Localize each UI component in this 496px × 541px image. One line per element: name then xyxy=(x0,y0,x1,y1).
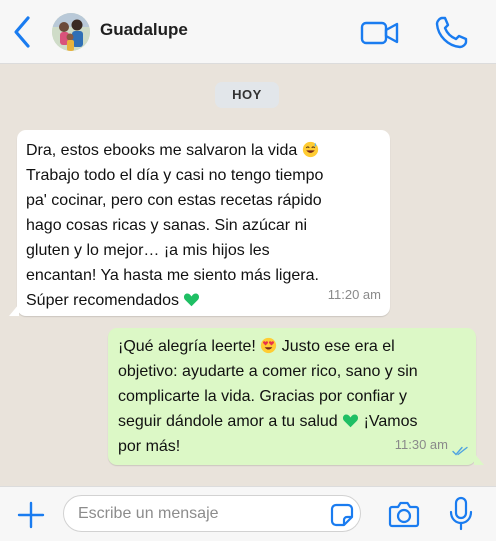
message-text-part: ¡Qué alegría leerte! xyxy=(118,338,261,355)
heart-eyes-emoji xyxy=(261,337,277,354)
video-call-button[interactable] xyxy=(360,18,400,48)
smiling-face-with-sweat-emoji xyxy=(302,141,318,158)
green-heart-emoji xyxy=(343,414,359,428)
message-text-part: Dra, estos ebooks me salvaron la vida xyxy=(26,142,302,159)
composer-bar xyxy=(0,486,496,541)
green-heart-emoji xyxy=(184,293,200,307)
message-text-part: Trabajo todo el día y casi no tengo tiem… xyxy=(26,167,324,309)
date-separator: HOY xyxy=(215,82,279,108)
message-input[interactable] xyxy=(78,496,326,531)
avatar[interactable] xyxy=(52,13,90,51)
chevron-left-icon xyxy=(14,16,30,48)
message-composer[interactable] xyxy=(63,495,361,532)
phone-icon xyxy=(435,16,468,49)
plus-icon xyxy=(17,501,45,529)
message-outgoing[interactable]: ¡Qué alegría leerte! Justo ese era el ob… xyxy=(108,328,484,465)
sticker-button[interactable] xyxy=(330,503,354,527)
back-button[interactable] xyxy=(8,14,38,50)
message-time: 11:30 am xyxy=(394,437,448,452)
chat-area[interactable]: HOY Dra, estos ebooks me salvaron la vid… xyxy=(0,65,496,486)
microphone-icon xyxy=(449,496,473,531)
double-check-read-icon xyxy=(452,446,468,456)
attach-button[interactable] xyxy=(16,500,46,530)
video-camera-icon xyxy=(360,21,399,45)
chat-header: Guadalupe xyxy=(0,0,496,64)
voice-call-button[interactable] xyxy=(432,12,472,52)
camera-icon xyxy=(388,501,420,528)
sticker-icon xyxy=(330,503,354,527)
message-incoming[interactable]: Dra, estos ebooks me salvaron la vida Tr… xyxy=(9,130,390,316)
message-time: 11:20 am xyxy=(327,287,381,302)
voice-message-button[interactable] xyxy=(448,496,474,532)
camera-button[interactable] xyxy=(388,499,420,529)
avatar-image xyxy=(52,13,90,51)
contact-name[interactable]: Guadalupe xyxy=(100,20,188,40)
